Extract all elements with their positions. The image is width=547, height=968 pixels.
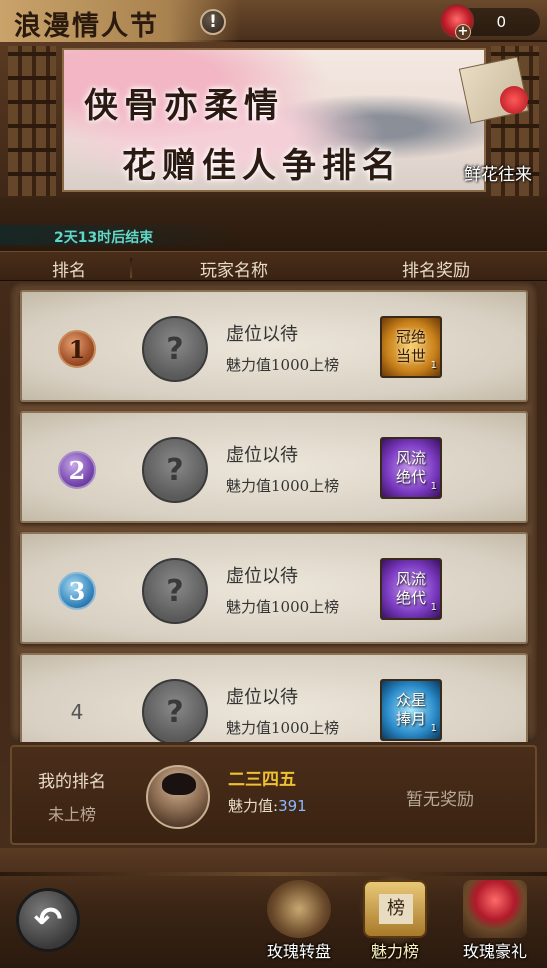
- countdown-text: 2天13时后结束: [54, 230, 154, 246]
- charm-requirement: 魅力值1000上榜: [226, 719, 340, 737]
- rank-badge-gold: 1: [58, 330, 96, 368]
- reward-item[interactable]: 冠绝当世 1: [380, 316, 442, 378]
- reward-name: 风流绝代: [395, 449, 426, 486]
- reward-count: 1: [430, 360, 437, 371]
- ranking-row[interactable]: 4 ? 虚位以待 魅力值1000上榜 众星捧月 1: [20, 653, 528, 742]
- charm-requirement: 魅力值1000上榜: [226, 598, 340, 616]
- reward-name: 冠绝当世: [395, 328, 426, 365]
- info-icon[interactable]: !: [200, 9, 226, 35]
- ranking-row[interactable]: 1 ? 虚位以待 魅力值1000上榜 冠绝当世 1: [20, 290, 528, 402]
- ranking-list[interactable]: 1 ? 虚位以待 魅力值1000上榜 冠绝当世 1 2 ? 虚位以待 魅力值10…: [10, 282, 537, 742]
- player-name: 虚位以待: [226, 687, 298, 708]
- reward-name: 众星捧月: [395, 691, 426, 728]
- rank-badge-blue: 3: [58, 572, 96, 610]
- column-reward: 排名奖励: [402, 261, 470, 281]
- banner-slogan-1: 侠骨亦柔情: [84, 86, 284, 126]
- add-rose-button[interactable]: +: [455, 24, 471, 40]
- nav-rose-wheel[interactable]: 玫瑰转盘: [256, 876, 342, 964]
- rose-icon: [500, 86, 528, 114]
- my-charm-value: 391: [278, 797, 307, 815]
- back-button[interactable]: ↶: [16, 888, 80, 952]
- nav-label: 魅力榜: [370, 942, 419, 961]
- my-charm-label: 魅力值:: [228, 797, 279, 815]
- rank-badge-purple: 2: [58, 451, 96, 489]
- my-rank-panel: 我的排名 未上榜 二三四五 魅力值:391 暂无奖励: [10, 745, 537, 845]
- reward-count: 1: [430, 723, 437, 734]
- charm-requirement: 魅力值1000上榜: [226, 356, 340, 374]
- reward-item[interactable]: 风流绝代 1: [380, 558, 442, 620]
- event-title: 浪漫情人节: [14, 11, 159, 42]
- ranking-column-header: 排名 玩家名称 排名奖励: [0, 251, 547, 281]
- ranking-row[interactable]: 3 ? 虚位以待 魅力值1000上榜 风流绝代 1: [20, 532, 528, 644]
- player-name: 虚位以待: [226, 445, 298, 466]
- rose-count: 0: [496, 13, 506, 31]
- my-player-name: 二三四五: [228, 770, 296, 790]
- reward-item[interactable]: 风流绝代 1: [380, 437, 442, 499]
- my-rank-value: 未上榜: [48, 805, 97, 824]
- flower-letter-label: 鲜花往来: [464, 165, 532, 185]
- leaderboard-icon: [363, 880, 427, 938]
- top-bar: 浪漫情人节 ! + 0: [0, 0, 547, 42]
- my-avatar[interactable]: [146, 765, 210, 829]
- reward-count: 1: [430, 481, 437, 492]
- column-rank: 排名: [52, 261, 86, 281]
- reward-item[interactable]: 众星捧月 1: [380, 679, 442, 741]
- player-name: 虚位以待: [226, 566, 298, 587]
- countdown-bar: 2天13时后结束: [0, 197, 547, 251]
- column-player: 玩家名称: [200, 261, 268, 281]
- placeholder-avatar: ?: [142, 679, 208, 742]
- wheel-icon: [267, 880, 331, 938]
- player-name: 虚位以待: [226, 324, 298, 345]
- rose-counter: + 0: [440, 4, 540, 40]
- banner-slogan-2: 花赠佳人争排名: [122, 146, 402, 186]
- ranking-row[interactable]: 2 ? 虚位以待 魅力值1000上榜 风流绝代 1: [20, 411, 528, 523]
- lattice-window-left: [8, 46, 56, 196]
- rank-number: 4: [70, 700, 84, 724]
- placeholder-avatar: ?: [142, 437, 208, 503]
- my-reward-status: 暂无奖励: [406, 790, 474, 810]
- charm-requirement: 魅力值1000上榜: [226, 477, 340, 495]
- gift-chest-icon: [463, 880, 527, 938]
- nav-charm-board[interactable]: 魅力榜: [352, 876, 438, 964]
- nav-label: 玫瑰转盘: [266, 942, 331, 961]
- column-divider: [130, 258, 132, 278]
- placeholder-avatar: ?: [142, 558, 208, 624]
- reward-name: 风流绝代: [395, 570, 426, 607]
- nav-rose-gift[interactable]: 玫瑰豪礼: [452, 876, 538, 964]
- my-rank-label: 我的排名: [38, 772, 106, 792]
- reward-count: 1: [430, 602, 437, 613]
- flower-letter-button[interactable]: 鲜花往来: [456, 56, 540, 188]
- bottom-nav: ↶ 玫瑰转盘 魅力榜 玫瑰豪礼: [0, 848, 547, 968]
- my-charm: 魅力值:391: [228, 795, 307, 816]
- nav-label: 玫瑰豪礼: [462, 942, 527, 961]
- game-screen: 浪漫情人节 ! + 0 侠骨亦柔情 花赠佳人争排名 鲜花往来 2天13时后结束 …: [0, 0, 547, 968]
- placeholder-avatar: ?: [142, 316, 208, 382]
